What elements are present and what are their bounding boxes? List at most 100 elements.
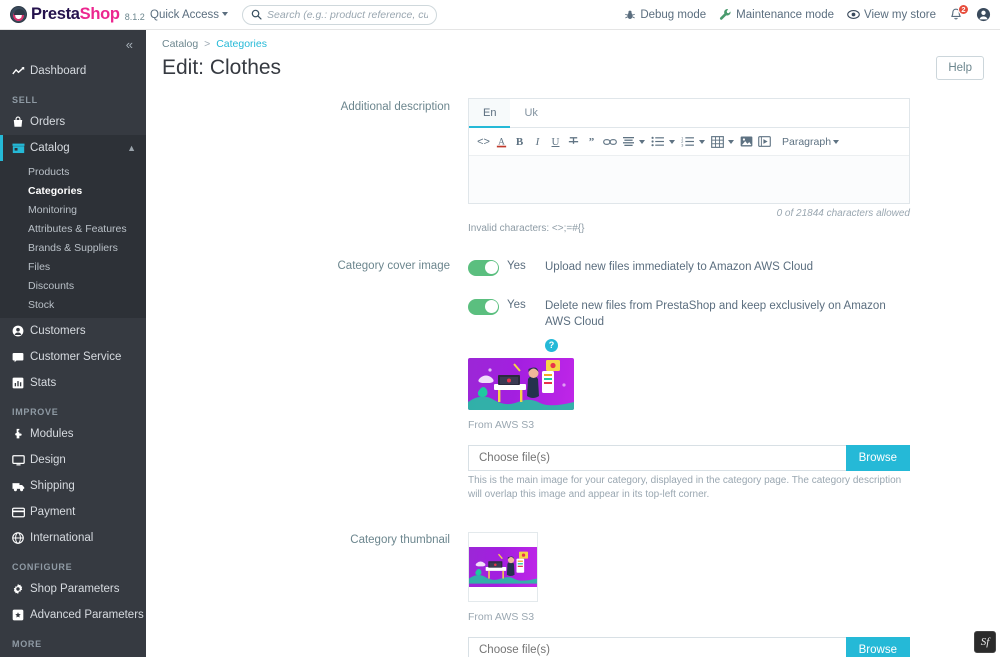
bullet-list-icon[interactable] [649, 133, 667, 150]
chevron-down-icon[interactable] [728, 139, 734, 144]
form-scroll-area[interactable]: Additional description En Uk <> A B I U … [146, 92, 1000, 657]
gear-icon [12, 583, 30, 595]
top-header-bar: PrestaShop 8.1.2 Quick Access Debug mode… [0, 0, 1000, 30]
chevron-down-icon[interactable] [669, 139, 675, 144]
category-thumbnail-row: Category thumbnail From AWS S3 Choose fi… [146, 509, 1000, 657]
upload-to-aws-state: Yes [507, 259, 526, 272]
tab-en[interactable]: En [469, 99, 511, 128]
invalid-characters-hint: Invalid characters: <>;=#{} [468, 223, 585, 234]
monitor-icon [12, 454, 30, 466]
category-cover-image-row: Category cover image Yes Upload new file… [146, 243, 1000, 509]
main-sidebar: « Dashboard SELL Orders Catalog ▲ Produc… [0, 30, 146, 657]
category-cover-image-preview [468, 357, 574, 410]
eye-icon [847, 10, 860, 19]
underline-icon[interactable]: U [547, 133, 564, 150]
sidebar-subitem-brands-suppliers[interactable]: Brands & Suppliers [0, 238, 146, 257]
search-input[interactable] [267, 8, 429, 21]
paragraph-dropdown[interactable]: Paragraph [774, 136, 831, 148]
numbered-list-icon[interactable]: 123 [679, 133, 697, 150]
user-account-button[interactable] [976, 7, 991, 22]
maintenance-mode-link[interactable]: Maintenance mode [719, 8, 834, 21]
tab-uk[interactable]: Uk [510, 99, 551, 128]
notifications-button[interactable]: 2 [949, 3, 969, 22]
search-box[interactable] [242, 4, 438, 25]
store-icon [12, 142, 30, 154]
thumbnail-browse-button[interactable]: Browse [845, 636, 910, 657]
strikethrough-icon[interactable] [565, 133, 582, 150]
additional-description-body: En Uk <> A B I U ” 1 2 3 Paragraph 0 of … [468, 98, 1000, 237]
brand-shop-text: Shop [79, 5, 120, 23]
delete-from-prestashop-toggle[interactable] [468, 298, 499, 315]
sidebar-item-payment[interactable]: Payment [0, 499, 146, 525]
rich-text-editor[interactable]: En Uk <> A B I U ” 1 2 3 Paragraph [468, 98, 910, 204]
category-thumbnail-label: Category thumbnail [350, 533, 450, 546]
help-button[interactable]: Help [936, 56, 984, 80]
puzzle-icon [12, 428, 30, 440]
help-circle-icon[interactable]: ? [545, 338, 558, 352]
image-icon[interactable] [738, 133, 755, 150]
editor-content-area[interactable] [469, 156, 909, 203]
sidebar-item-customers[interactable]: Customers [0, 318, 146, 344]
sidebar-subitem-files[interactable]: Files [0, 257, 146, 276]
sidebar-item-label: Customers [30, 325, 86, 337]
sidebar-item-advanced-parameters[interactable]: Advanced Parameters [0, 602, 146, 628]
breadcrumb-current[interactable]: Categories [216, 38, 267, 50]
sidebar-collapse-button[interactable]: « [0, 30, 146, 58]
cover-image-browse-button[interactable]: Browse [845, 444, 910, 471]
sidebar-item-design[interactable]: Design [0, 447, 146, 473]
sidebar-subitem-products[interactable]: Products [0, 162, 146, 181]
italic-icon[interactable]: I [529, 133, 546, 150]
debug-mode-link[interactable]: Debug mode [624, 9, 706, 21]
breadcrumb: Catalog > Categories [162, 38, 984, 52]
sidebar-subitem-attributes-features[interactable]: Attributes & Features [0, 219, 146, 238]
bold-icon[interactable]: B [511, 133, 528, 150]
sidebar-item-one-click-upgrade[interactable]: 1-Click Upgrade [0, 653, 146, 657]
sidebar-item-catalog[interactable]: Catalog ▲ [0, 135, 146, 161]
upload-to-aws-toggle[interactable] [468, 259, 499, 276]
category-thumbnail-frame [468, 531, 538, 602]
table-icon[interactable] [709, 133, 726, 150]
chevron-down-icon[interactable] [699, 139, 705, 144]
cover-image-hint: This is the main image for your category… [468, 474, 902, 501]
avatar-icon [976, 7, 991, 22]
video-icon[interactable] [756, 133, 773, 150]
sidebar-item-stats[interactable]: Stats [0, 370, 146, 396]
thumbnail-file-input[interactable] [468, 636, 846, 657]
chevron-down-icon[interactable] [833, 139, 840, 144]
view-my-store-link[interactable]: View my store [847, 8, 936, 21]
card-icon [12, 507, 30, 518]
sidebar-item-label: Stats [30, 377, 57, 389]
sidebar-subitem-stock[interactable]: Stock [0, 295, 146, 314]
brand-name: PrestaShop [31, 5, 120, 24]
blockquote-icon[interactable]: ” [583, 133, 600, 150]
bag-icon [12, 116, 30, 128]
sidebar-subitem-discounts[interactable]: Discounts [0, 276, 146, 295]
align-icon[interactable] [620, 133, 637, 150]
sidebar-item-dashboard[interactable]: Dashboard [0, 58, 146, 84]
quick-access-menu[interactable]: Quick Access [150, 9, 229, 21]
link-icon[interactable] [601, 133, 619, 150]
maintenance-mode-label: Maintenance mode [736, 8, 834, 21]
category-thumbnail-preview [469, 546, 537, 587]
sidebar-item-orders[interactable]: Orders [0, 109, 146, 135]
brand-logo-area[interactable]: PrestaShop 8.1.2 [0, 5, 145, 24]
sidebar-section-configure: CONFIGURE [12, 562, 73, 572]
notification-badge: 2 [958, 3, 969, 15]
sidebar-item-shop-parameters[interactable]: Shop Parameters [0, 576, 146, 602]
sidebar-item-customer-service[interactable]: Customer Service [0, 344, 146, 370]
sidebar-section-more: MORE [12, 639, 42, 649]
category-cover-image-body: Yes Upload new files immediately to Amaz… [468, 257, 1000, 503]
sidebar-subitem-monitoring[interactable]: Monitoring [0, 200, 146, 219]
cover-image-file-input[interactable] [468, 444, 846, 471]
chat-icon [12, 352, 30, 363]
header-actions: Debug mode Maintenance mode View my stor… [624, 3, 1000, 22]
sidebar-subitem-categories[interactable]: Categories [0, 181, 146, 200]
text-color-icon[interactable]: A [493, 133, 510, 150]
code-icon[interactable]: <> [475, 133, 492, 150]
sidebar-item-modules[interactable]: Modules [0, 421, 146, 447]
sidebar-item-international[interactable]: International [0, 525, 146, 551]
chevron-down-icon[interactable] [639, 139, 645, 144]
symfony-debug-toolbar[interactable]: Sf [974, 631, 996, 653]
sidebar-item-shipping[interactable]: Shipping [0, 473, 146, 499]
sidebar-section-sell: SELL [12, 95, 38, 105]
